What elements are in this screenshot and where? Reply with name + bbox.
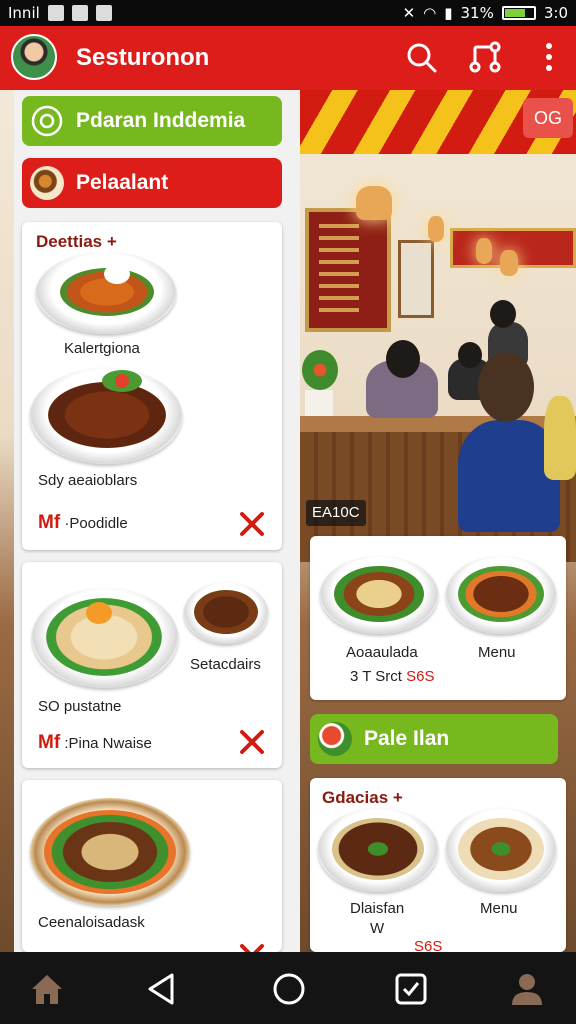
pendant-lamp bbox=[476, 238, 492, 264]
dish-name: SO pustatne bbox=[38, 698, 122, 715]
rice-mound bbox=[104, 264, 130, 284]
meat-dish bbox=[48, 382, 166, 448]
carrier-label: Innil bbox=[8, 4, 40, 22]
pendant-lamp bbox=[428, 216, 444, 242]
item-name: Menu bbox=[478, 644, 516, 661]
avatar[interactable] bbox=[11, 34, 57, 80]
corner-badge: OG bbox=[523, 98, 573, 138]
menu-card[interactable]: Deettias + Kalertgiona Sdy aeaioblars Mf… bbox=[22, 222, 282, 550]
price-line: Mf ·Poodidle bbox=[38, 512, 128, 534]
category-pill-indonesia[interactable]: Pdaran Inddemia bbox=[22, 96, 282, 146]
diner-head bbox=[458, 342, 482, 368]
dish-icon bbox=[30, 166, 64, 200]
combo-card[interactable]: Gdacias + Dlaisfan W Menu S6S bbox=[310, 778, 566, 952]
mixed-dish bbox=[458, 818, 544, 880]
remove-icon[interactable] bbox=[238, 510, 266, 538]
search-icon[interactable] bbox=[404, 40, 438, 74]
item-sub: W bbox=[370, 920, 385, 937]
item-sub-text: 3 T Srct bbox=[350, 668, 402, 685]
pendant-lamp bbox=[356, 186, 392, 220]
diner-head bbox=[490, 300, 516, 328]
item-name: Dlaisfan bbox=[350, 900, 405, 917]
grilled-dish bbox=[458, 566, 544, 622]
notification-icon bbox=[47, 5, 64, 21]
item-price: S6S bbox=[414, 938, 443, 952]
pill-label: Pdaran Inddemia bbox=[76, 109, 246, 132]
price-text: ·Poodidle bbox=[64, 515, 128, 532]
upload-icon bbox=[95, 5, 112, 21]
menu-card[interactable]: Ceenaloisadask bbox=[22, 780, 282, 952]
dish-name: Sdy aeaioblars bbox=[38, 472, 138, 489]
category-pill-pale-ilan[interactable]: Pale Ilan bbox=[310, 714, 558, 764]
flower-plant bbox=[302, 350, 338, 390]
card-header: Deettias + bbox=[36, 232, 117, 251]
right-panel: Aoaaulada 3 T Srct S6S Menu Pale Ilan Gd… bbox=[302, 528, 574, 952]
price-line: Mf :Pina Nwaise bbox=[38, 732, 152, 754]
signal-icon: ▮ bbox=[444, 4, 453, 22]
more-menu-icon[interactable] bbox=[532, 40, 566, 74]
battery-icon bbox=[501, 6, 536, 20]
garnish bbox=[102, 370, 142, 392]
item-name: Menu bbox=[480, 900, 518, 917]
wall-poster bbox=[398, 240, 434, 318]
tomato-icon bbox=[318, 722, 352, 756]
noodle-dish bbox=[334, 566, 424, 622]
mute-icon: ✕ bbox=[402, 4, 416, 22]
diner bbox=[544, 396, 576, 480]
profile-icon[interactable] bbox=[508, 970, 546, 1008]
gallery-icon bbox=[71, 5, 88, 21]
pendant-lamp bbox=[500, 250, 518, 276]
item-name: Aoaaulada bbox=[346, 644, 418, 661]
remove-icon[interactable] bbox=[238, 728, 266, 756]
app-bar: Sesturonon bbox=[0, 26, 576, 90]
share-icon[interactable] bbox=[468, 40, 502, 74]
dish-name: Kalertgiona bbox=[64, 340, 140, 357]
photo-caption: EA10C bbox=[306, 500, 366, 526]
target-icon bbox=[31, 105, 63, 137]
home-icon[interactable] bbox=[28, 970, 66, 1008]
diner-head bbox=[386, 340, 420, 378]
item-price: S6S bbox=[406, 668, 435, 685]
status-bar: Innil ✕ ◠ ▮ 31% 3:0 bbox=[0, 0, 576, 26]
battery-percent: 31% bbox=[460, 4, 494, 22]
category-pill-pelaalant[interactable]: Pelaalant bbox=[22, 158, 282, 208]
combo-card[interactable]: Aoaaulada 3 T Srct S6S Menu bbox=[310, 536, 566, 700]
price-prefix: Mf bbox=[38, 512, 61, 533]
menu-board bbox=[305, 208, 391, 332]
dish-name: Ceenaloisadask bbox=[38, 914, 145, 931]
diner-head bbox=[478, 352, 534, 422]
menu-card[interactable]: Setacdairs SO pustatne Mf :Pina Nwaise bbox=[22, 562, 282, 768]
egg bbox=[86, 602, 112, 624]
back-icon[interactable] bbox=[142, 970, 180, 1008]
price-prefix: Mf bbox=[38, 732, 61, 753]
satay-dish bbox=[44, 810, 176, 894]
orders-icon[interactable] bbox=[392, 970, 430, 1008]
clock: 3:0 bbox=[543, 4, 568, 22]
app-title: Sesturonon bbox=[76, 44, 210, 71]
price-text: :Pina Nwaise bbox=[64, 735, 152, 752]
bottom-nav-bar bbox=[0, 952, 576, 1024]
pill-label: Pelaalant bbox=[76, 171, 169, 194]
pill-label: Pale Ilan bbox=[364, 727, 450, 750]
beef-dish bbox=[332, 818, 424, 880]
card-header: Gdacias + bbox=[322, 788, 403, 807]
dish-name: Setacdairs bbox=[190, 656, 261, 673]
remove-icon[interactable] bbox=[238, 942, 266, 952]
wifi-icon: ◠ bbox=[423, 4, 437, 22]
home-circle-icon[interactable] bbox=[270, 970, 308, 1008]
item-sub: 3 T Srct S6S bbox=[350, 668, 435, 685]
stir-fry-dish bbox=[194, 590, 258, 634]
